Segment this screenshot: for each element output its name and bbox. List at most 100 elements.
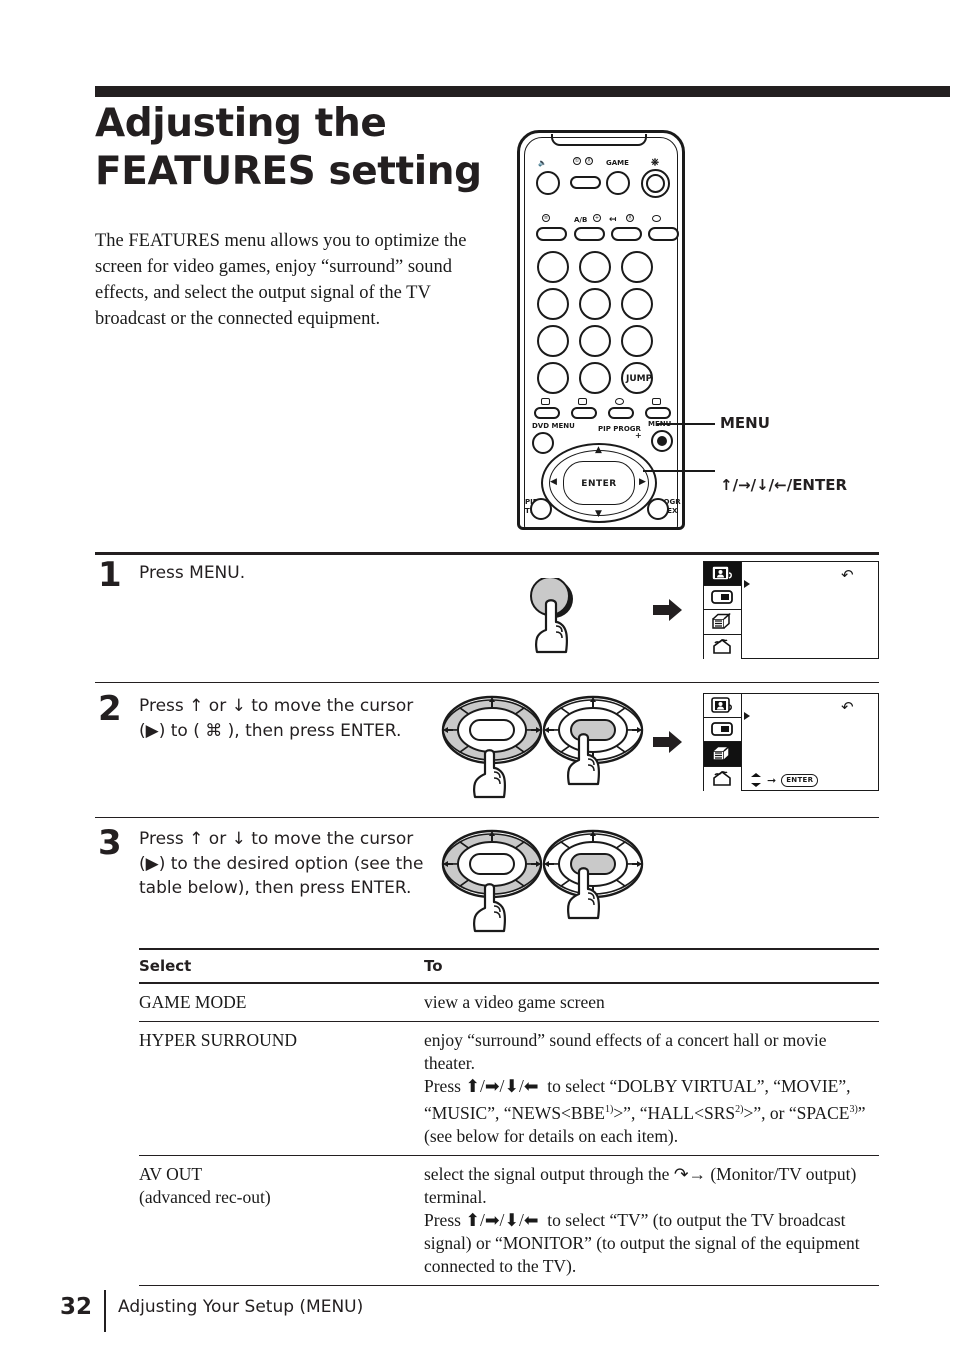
step-2-text: Press ↑ or ↓ to move the cursor (▶) to (…: [139, 694, 439, 743]
osd-item-picture[interactable]: [704, 562, 741, 587]
number-button: [621, 325, 653, 357]
dpad-press-down-graphic-step2: [440, 694, 550, 804]
table-cell-to-line1: select the signal output through the ↷→ …: [424, 1163, 857, 1207]
ab-button: [574, 227, 605, 241]
osd-item-picture[interactable]: [704, 694, 741, 719]
number-button: [537, 251, 569, 283]
blank-icon: [652, 215, 661, 222]
footer-divider: [104, 1290, 106, 1332]
table-cell-select: AV OUT (advanced rec-out): [139, 1156, 424, 1285]
enter-button: ENTER: [563, 461, 635, 505]
picture-person-icon: [710, 697, 735, 714]
return-arrow-icon: ↷: [841, 698, 854, 716]
power-button: [646, 174, 665, 193]
dvd-button-4: [645, 407, 671, 419]
manual-page: Adjusting the FEATURES setting The FEATU…: [0, 0, 954, 1355]
ab-button-label: A/B: [574, 216, 588, 224]
step1-top-rule: [95, 552, 879, 555]
pip-screen-icon: [710, 721, 735, 738]
dpad-up-icon: ▲: [595, 445, 602, 455]
osd-item-pip[interactable]: [704, 718, 741, 743]
osd-item-setup[interactable]: [704, 634, 741, 659]
page-title-line1: Adjusting the: [95, 101, 387, 146]
table-header-select: Select: [139, 957, 192, 976]
step-3-text: Press ↑ or ↓ to move the cursor (▶) to t…: [139, 829, 424, 898]
hand-press-menu-button-graphic: [518, 576, 598, 663]
menu-small-icon: ≡: [542, 214, 550, 222]
osd-item-features[interactable]: [704, 610, 741, 635]
table-row: GAME MODE view a video game screen: [139, 984, 879, 1021]
ir-window: [551, 134, 647, 146]
direction-enter-callout: ↑/→/↓/←/ENTER: [720, 476, 848, 494]
input-button: [611, 227, 642, 241]
number-button: [621, 288, 653, 320]
menu-callout-line: [657, 423, 715, 425]
pip-screen-icon: [710, 589, 735, 606]
table-cell-to-line2: Press ⬆/➡/⬇/⬅ to select “TV” (to output …: [424, 1209, 860, 1276]
osd-screen-step1: ↷: [703, 561, 879, 659]
mute-button: [536, 171, 560, 195]
monitor-out-icon: ↷→: [673, 1163, 706, 1184]
return-arrow-icon: ↷: [841, 566, 854, 584]
osd-icon-column: [704, 694, 742, 791]
dvd-button-2: [571, 407, 597, 419]
table-bottom-rule: [139, 1284, 879, 1287]
table-cell-to: enjoy “surround” sound effects of a conc…: [424, 1022, 879, 1155]
table-cell-to: view a video game screen: [424, 991, 605, 1012]
dpad-down-icon: ▼: [595, 509, 602, 519]
remote-control-illustration: 🔈 ① Ⓡ GAME ⎈ ≡ A/B + ↤ Ⓡ JUMP DVD MENU P…: [505, 110, 705, 530]
teletext-icon-1: ①: [573, 157, 581, 165]
osd-hint: ➞ ENTER: [750, 773, 819, 787]
step2-flow-arrow-icon: [653, 730, 683, 759]
number-button: [579, 288, 611, 320]
power-icon: ⎈: [651, 157, 659, 168]
ab-plus-icon: +: [593, 214, 601, 222]
page-number: 32: [60, 1294, 93, 1320]
dvd-button-1: [534, 407, 560, 419]
dpad-right-icon: ▶: [639, 477, 646, 487]
step-1-number: 1: [98, 555, 122, 595]
osd-item-pip[interactable]: [704, 586, 741, 611]
dpad-press-enter-graphic-step3: [541, 828, 651, 938]
dvd-icon-4: [652, 398, 661, 405]
osd-item-features[interactable]: [704, 742, 741, 767]
hint-enter-label: ENTER: [781, 773, 819, 787]
number-button: [537, 325, 569, 357]
menu-callout: MENU: [720, 414, 770, 432]
features-cube-icon: [711, 745, 735, 762]
number-button: [579, 362, 611, 394]
up-down-arrows-icon: [750, 773, 762, 787]
osd-item-setup[interactable]: [704, 766, 741, 791]
header-rule: [95, 86, 950, 97]
table-cell-select-sub: (advanced rec-out): [139, 1186, 271, 1207]
pip-text-button: [530, 498, 552, 520]
number-button: [621, 251, 653, 283]
table-cell-to: select the signal output through the ↷→ …: [424, 1156, 879, 1285]
dvd-icon-2: [578, 398, 587, 405]
input-num-icon: Ⓡ: [626, 214, 634, 222]
table-cell-select: GAME MODE: [139, 991, 247, 1012]
number-button: [579, 325, 611, 357]
direction-callout-line: [643, 470, 715, 472]
options-table: Select To GAME MODE view a video game sc…: [139, 948, 879, 1287]
features-cube-icon: [711, 613, 735, 630]
osd-screen-step2: ↷ ➞ ENTER: [703, 693, 879, 791]
dvd-icon-1: [541, 398, 550, 405]
progr-plus-label: +: [635, 431, 642, 440]
step3-top-rule: [95, 817, 879, 819]
step-3-number: 3: [98, 823, 122, 863]
table-header-to: To: [424, 957, 443, 976]
aux-button: [648, 227, 679, 241]
teletext-button: [570, 176, 601, 189]
progr-index-button: [647, 498, 669, 520]
osd-cursor-icon: [744, 712, 750, 720]
step-1-text: Press MENU.: [139, 563, 246, 583]
game-button-label: GAME: [606, 159, 629, 167]
table-cell-to-line1: enjoy “surround” sound effects of a conc…: [424, 1029, 827, 1073]
table-row: HYPER SURROUND enjoy “surround” sound ef…: [139, 1022, 879, 1155]
game-button: [606, 171, 630, 195]
step2-top-rule: [95, 682, 879, 684]
step-2-text-content: Press ↑ or ↓ to move the cursor (▶) to (…: [139, 696, 414, 741]
table-cell-select-main: AV OUT: [139, 1163, 203, 1184]
menu-small-button: [536, 227, 567, 241]
